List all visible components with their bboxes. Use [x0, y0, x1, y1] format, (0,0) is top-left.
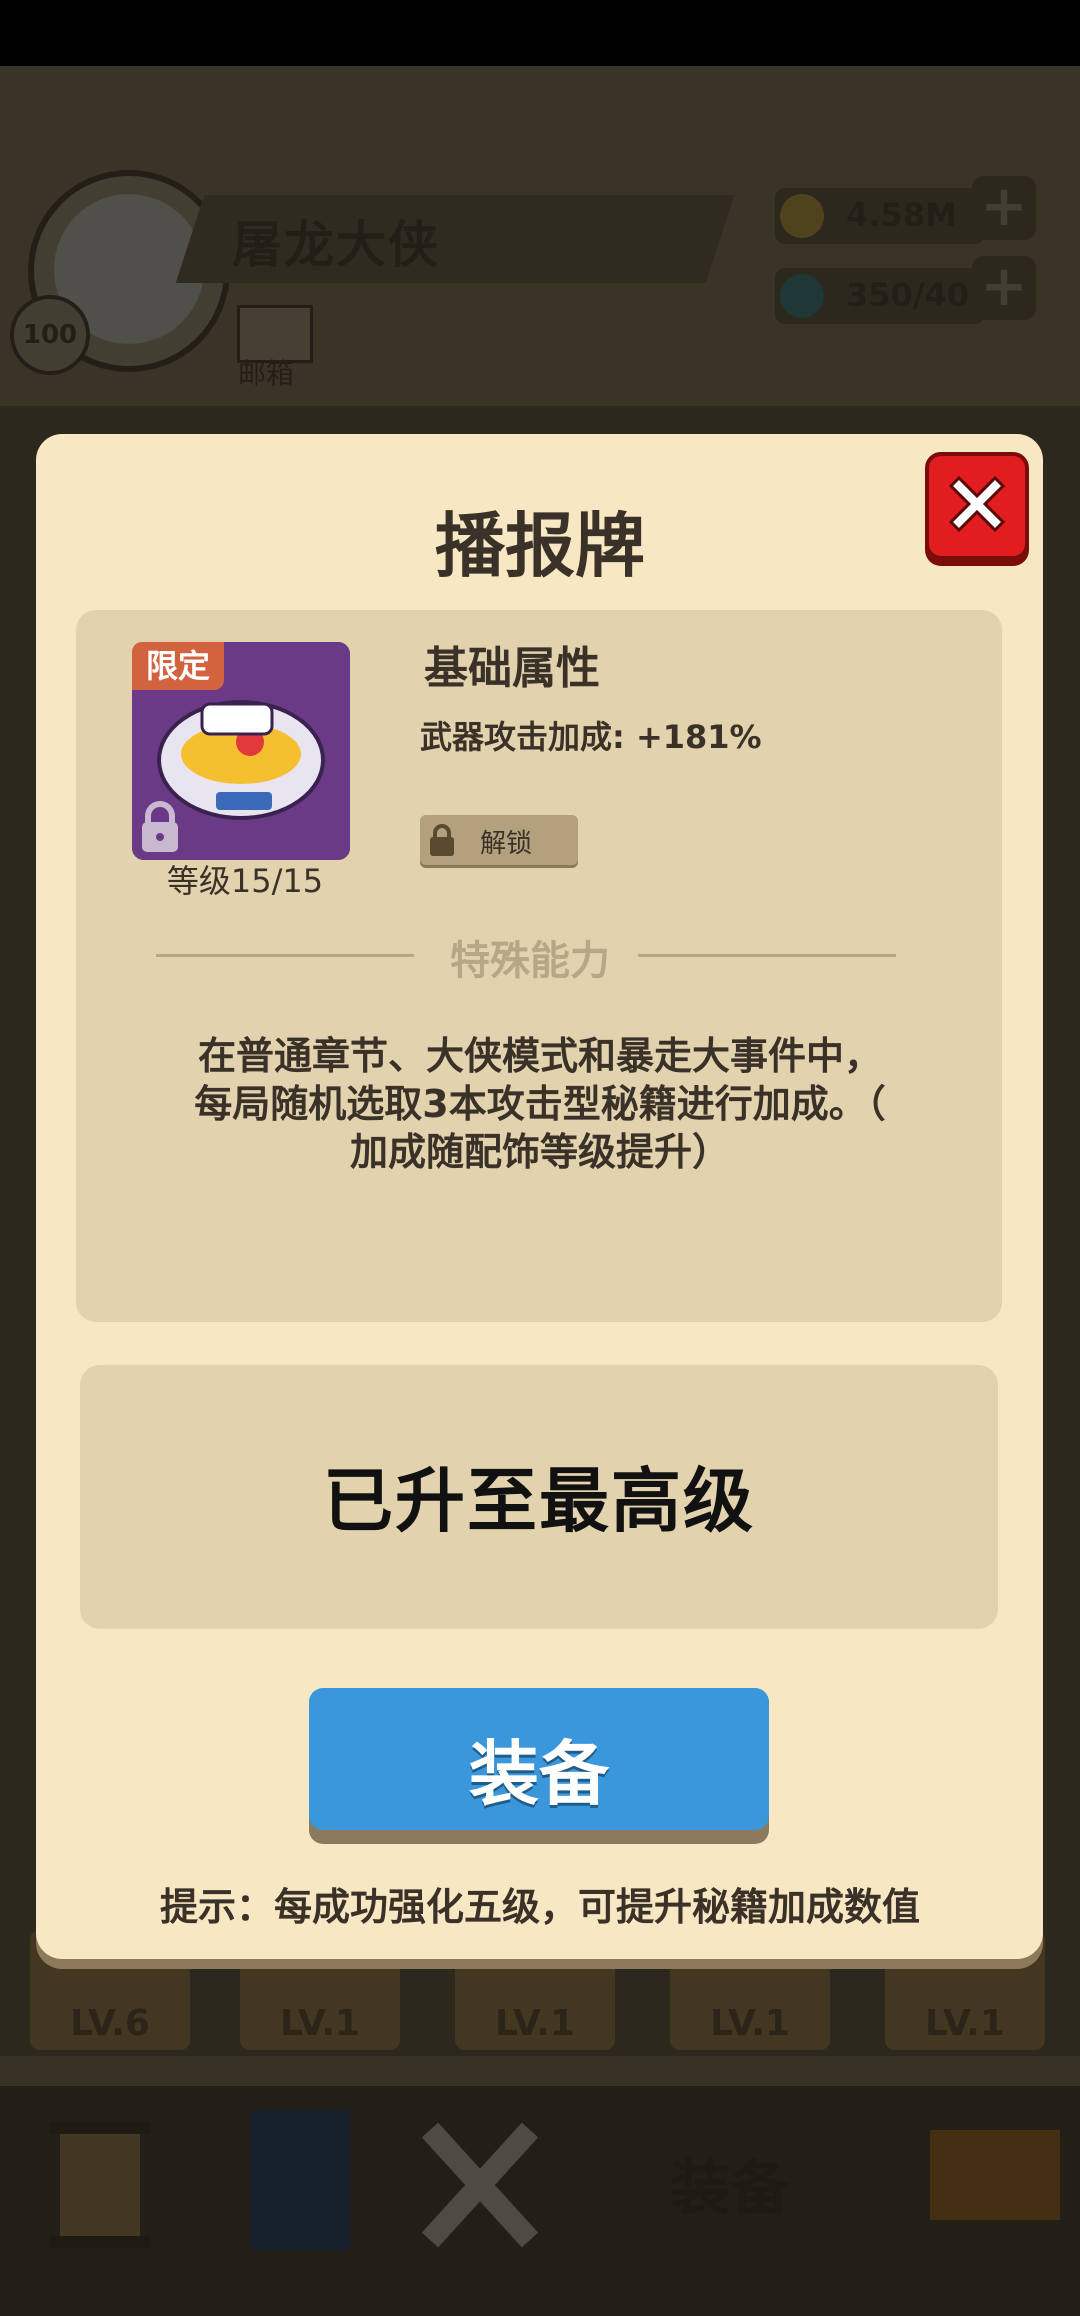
- status-bar: [0, 0, 1080, 66]
- equip-button[interactable]: 装备: [309, 1688, 769, 1830]
- description-line: 每局随机选取3本攻击型秘籍进行加成。（: [194, 1082, 886, 1126]
- hint-text: 提示：每成功强化五级，可提升秘籍加成数值: [159, 1885, 920, 1929]
- equip-button-label: 装备: [469, 1733, 609, 1815]
- limited-badge: 限定: [132, 642, 224, 690]
- description-line: 加成随配饰等级提升）: [349, 1130, 730, 1174]
- unlock-button[interactable]: 解锁: [420, 815, 578, 865]
- divider-right: [638, 954, 896, 957]
- special-ability-description: 在普通章节、大侠模式和暴走大事件中， 每局随机选取3本攻击型秘籍进行加成。（ 加…: [110, 1032, 970, 1176]
- base-stats-heading: 基础属性: [424, 643, 600, 694]
- modal-title: 播报牌: [435, 505, 645, 587]
- max-level-text: 已升至最高级: [323, 1460, 755, 1542]
- unlock-label: 解锁: [480, 829, 533, 859]
- item-level: 等级15/15: [166, 862, 324, 900]
- weapon-attack-bonus: 武器攻击加成: +181%: [420, 718, 762, 756]
- lock-icon: [138, 800, 182, 858]
- description-line: 在普通章节、大侠模式和暴走大事件中，: [197, 1034, 882, 1078]
- divider-left: [156, 954, 414, 957]
- special-ability-heading: 特殊能力: [450, 938, 610, 984]
- lock-icon: [430, 824, 454, 856]
